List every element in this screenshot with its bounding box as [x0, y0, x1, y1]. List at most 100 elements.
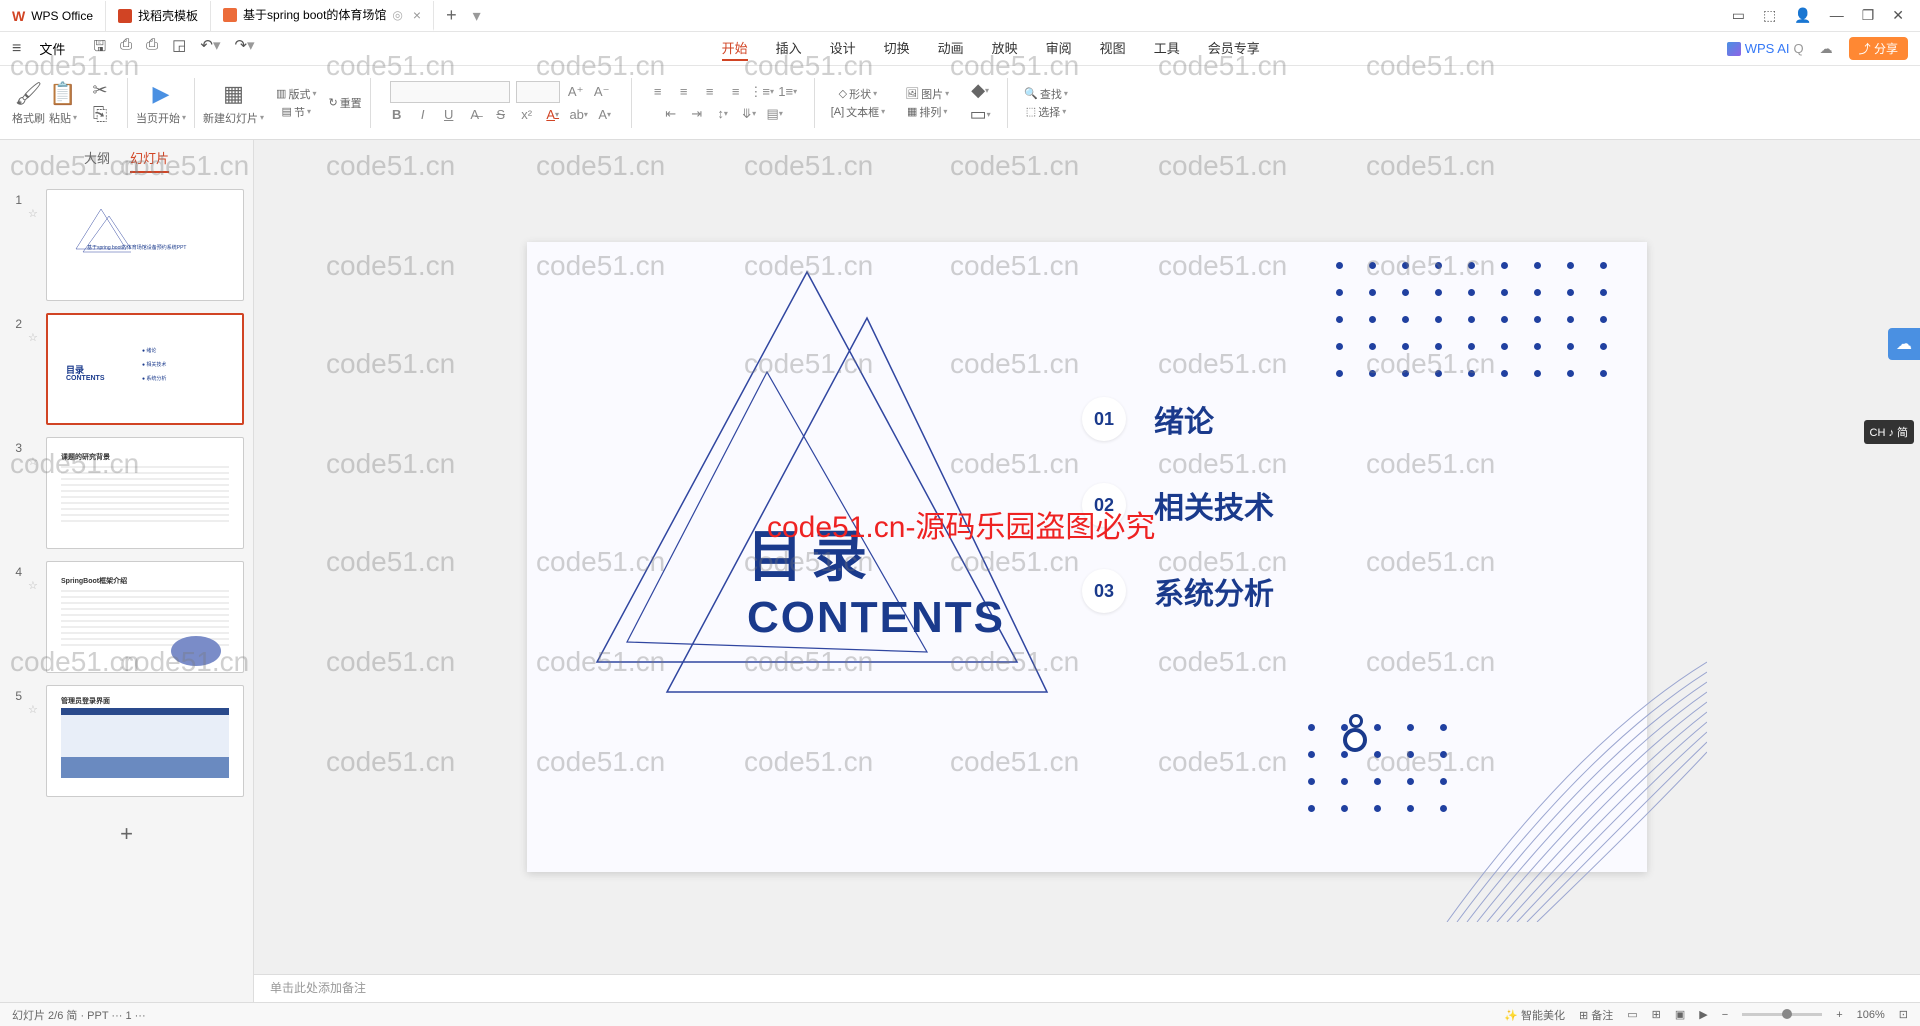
print-preview-icon[interactable]: ◲: [172, 36, 186, 61]
tab-templates[interactable]: 找稻壳模板: [106, 1, 211, 31]
format-painter-button[interactable]: 🖌格式刷: [12, 80, 45, 126]
picture-button[interactable]: 🖼 图片▾: [905, 86, 949, 102]
slide-thumb-2[interactable]: 目录 CONTENTS ● 绪论 ● 相关技术 ● 系统分析: [46, 313, 244, 425]
align-justify-icon[interactable]: ≡: [726, 82, 746, 102]
wps-ai-button[interactable]: WPS AIQ: [1727, 41, 1804, 56]
tabs-dropdown-icon[interactable]: ▾: [473, 6, 481, 26]
add-slide-button[interactable]: +: [8, 809, 245, 859]
view-slideshow-icon[interactable]: ▶: [1699, 1008, 1707, 1021]
bold-button[interactable]: B: [387, 105, 407, 125]
window-snap-icon[interactable]: ▭: [1732, 7, 1745, 24]
zoom-level[interactable]: 106%: [1857, 1009, 1885, 1021]
font-family-select[interactable]: [390, 81, 510, 103]
star-icon[interactable]: ☆: [28, 189, 40, 220]
clear-format-button[interactable]: A▾: [595, 105, 615, 125]
print-icon[interactable]: ⎙: [146, 36, 158, 61]
tab-design[interactable]: 设计: [830, 36, 856, 61]
notes-bar[interactable]: 单击此处添加备注: [254, 974, 1920, 1002]
tab-tools[interactable]: 工具: [1154, 36, 1180, 61]
shape-button[interactable]: ◇ 形状▾: [839, 86, 877, 102]
view-normal-icon[interactable]: ▭: [1627, 1008, 1637, 1021]
align-center-icon[interactable]: ≡: [674, 82, 694, 102]
tab-start[interactable]: 开始: [722, 36, 748, 61]
tab-animation[interactable]: 动画: [938, 36, 964, 61]
close-icon[interactable]: ×: [413, 7, 421, 23]
minimize-icon[interactable]: —: [1830, 7, 1844, 24]
tab-review[interactable]: 审阅: [1046, 36, 1072, 61]
tab-wps-home[interactable]: WWPS Office: [0, 1, 106, 31]
cut-icon[interactable]: ✂: [89, 80, 111, 102]
arrange-button[interactable]: ▦ 排列▾: [907, 104, 947, 120]
view-reading-icon[interactable]: ▣: [1675, 1008, 1685, 1021]
strike-button[interactable]: A̶: [465, 105, 485, 125]
align-text-icon[interactable]: ▤▾: [765, 104, 785, 124]
underline-button[interactable]: U: [439, 105, 459, 125]
hamburger-icon[interactable]: ≡: [12, 40, 21, 58]
slide-thumb-3[interactable]: 课题的研究背景: [46, 437, 244, 549]
text-direction-icon[interactable]: ⤋▾: [739, 104, 759, 124]
slide-thumb-5[interactable]: 管理员登录界面: [46, 685, 244, 797]
select-button[interactable]: ⬚ 选择▾: [1026, 104, 1066, 120]
tab-transition[interactable]: 切换: [884, 36, 910, 61]
section-button[interactable]: ▤ 节▾: [282, 104, 311, 120]
layout-button[interactable]: ▥ 版式▾: [276, 86, 316, 102]
new-slide-button[interactable]: ▦新建幻灯片▾: [203, 80, 264, 126]
strikethrough-button[interactable]: S: [491, 105, 511, 125]
tab-slideshow[interactable]: 放映: [992, 36, 1018, 61]
find-button[interactable]: 🔍 查找▾: [1024, 86, 1068, 102]
smart-beautify-button[interactable]: ✨ 智能美化: [1504, 1007, 1565, 1023]
ime-badge[interactable]: CH ♪ 简: [1864, 420, 1915, 444]
reset-button[interactable]: ↻ 重置: [328, 95, 361, 111]
increase-indent-icon[interactable]: ⇥: [687, 104, 707, 124]
bullets-icon[interactable]: ⋮≡▾: [752, 82, 772, 102]
line-spacing-icon[interactable]: ↕▾: [713, 104, 733, 124]
zoom-slider[interactable]: [1742, 1013, 1822, 1016]
align-right-icon[interactable]: ≡: [700, 82, 720, 102]
star-icon[interactable]: ☆: [28, 437, 40, 468]
tab-view[interactable]: 视图: [1100, 36, 1126, 61]
star-icon[interactable]: ☆: [28, 313, 40, 344]
add-tab-button[interactable]: +: [434, 5, 469, 26]
maximize-icon[interactable]: ❐: [1862, 7, 1875, 24]
view-sorter-icon[interactable]: ⊞: [1652, 1008, 1661, 1021]
redo-icon[interactable]: ↷▾: [234, 36, 254, 61]
tab-document[interactable]: 基于spring boot的体育场馆◎×: [211, 1, 434, 31]
superscript-button[interactable]: x²: [517, 105, 537, 125]
from-current-button[interactable]: ▶当页开始▾: [136, 80, 186, 126]
outline-tab[interactable]: 大纲: [84, 148, 110, 173]
zoom-out-icon[interactable]: −: [1722, 1009, 1728, 1021]
copy-icon[interactable]: ⎘: [89, 104, 111, 126]
outline-icon[interactable]: ▭▾: [969, 104, 991, 126]
undo-icon[interactable]: ↶▾: [200, 36, 220, 61]
save-as-icon[interactable]: ⎙: [120, 36, 132, 61]
zoom-in-icon[interactable]: +: [1836, 1009, 1842, 1021]
highlight-button[interactable]: ab▾: [569, 105, 589, 125]
fill-icon[interactable]: ◆▾: [969, 80, 991, 102]
star-icon[interactable]: ☆: [28, 561, 40, 592]
italic-button[interactable]: I: [413, 105, 433, 125]
tab-menu-icon[interactable]: ◎: [392, 8, 402, 22]
file-menu[interactable]: 文件: [31, 39, 73, 58]
decrease-font-icon[interactable]: A⁻: [592, 82, 612, 102]
align-left-icon[interactable]: ≡: [648, 82, 668, 102]
slide-thumb-4[interactable]: SpringBoot框架介绍: [46, 561, 244, 673]
cloud-float-button[interactable]: ☁: [1888, 328, 1920, 360]
avatar-icon[interactable]: 👤: [1794, 7, 1811, 24]
font-size-select[interactable]: [516, 81, 560, 103]
tab-member[interactable]: 会员专享: [1208, 36, 1260, 61]
star-icon[interactable]: ☆: [28, 685, 40, 716]
numbering-icon[interactable]: 1≡▾: [778, 82, 798, 102]
save-icon[interactable]: 🖫: [93, 36, 106, 61]
slides-tab[interactable]: 幻灯片: [130, 148, 169, 173]
fit-icon[interactable]: ⊡: [1899, 1008, 1908, 1021]
textbox-button[interactable]: [A] 文本框▾: [831, 104, 885, 120]
tab-insert[interactable]: 插入: [776, 36, 802, 61]
slide[interactable]: 目录 CONTENTS 01绪论 02相关技术 03系统分析 code51.cn…: [527, 242, 1647, 872]
close-window-icon[interactable]: ✕: [1892, 7, 1904, 24]
paste-button[interactable]: 📋粘贴▾: [49, 80, 77, 126]
cube-icon[interactable]: ⬚: [1763, 7, 1776, 24]
cloud-icon[interactable]: ☁: [1820, 41, 1833, 57]
canvas[interactable]: 目录 CONTENTS 01绪论 02相关技术 03系统分析 code51.cn…: [254, 140, 1920, 974]
slide-thumb-1[interactable]: 基于spring boot的体育场馆设备预约系统PPT: [46, 189, 244, 301]
increase-font-icon[interactable]: A⁺: [566, 82, 586, 102]
